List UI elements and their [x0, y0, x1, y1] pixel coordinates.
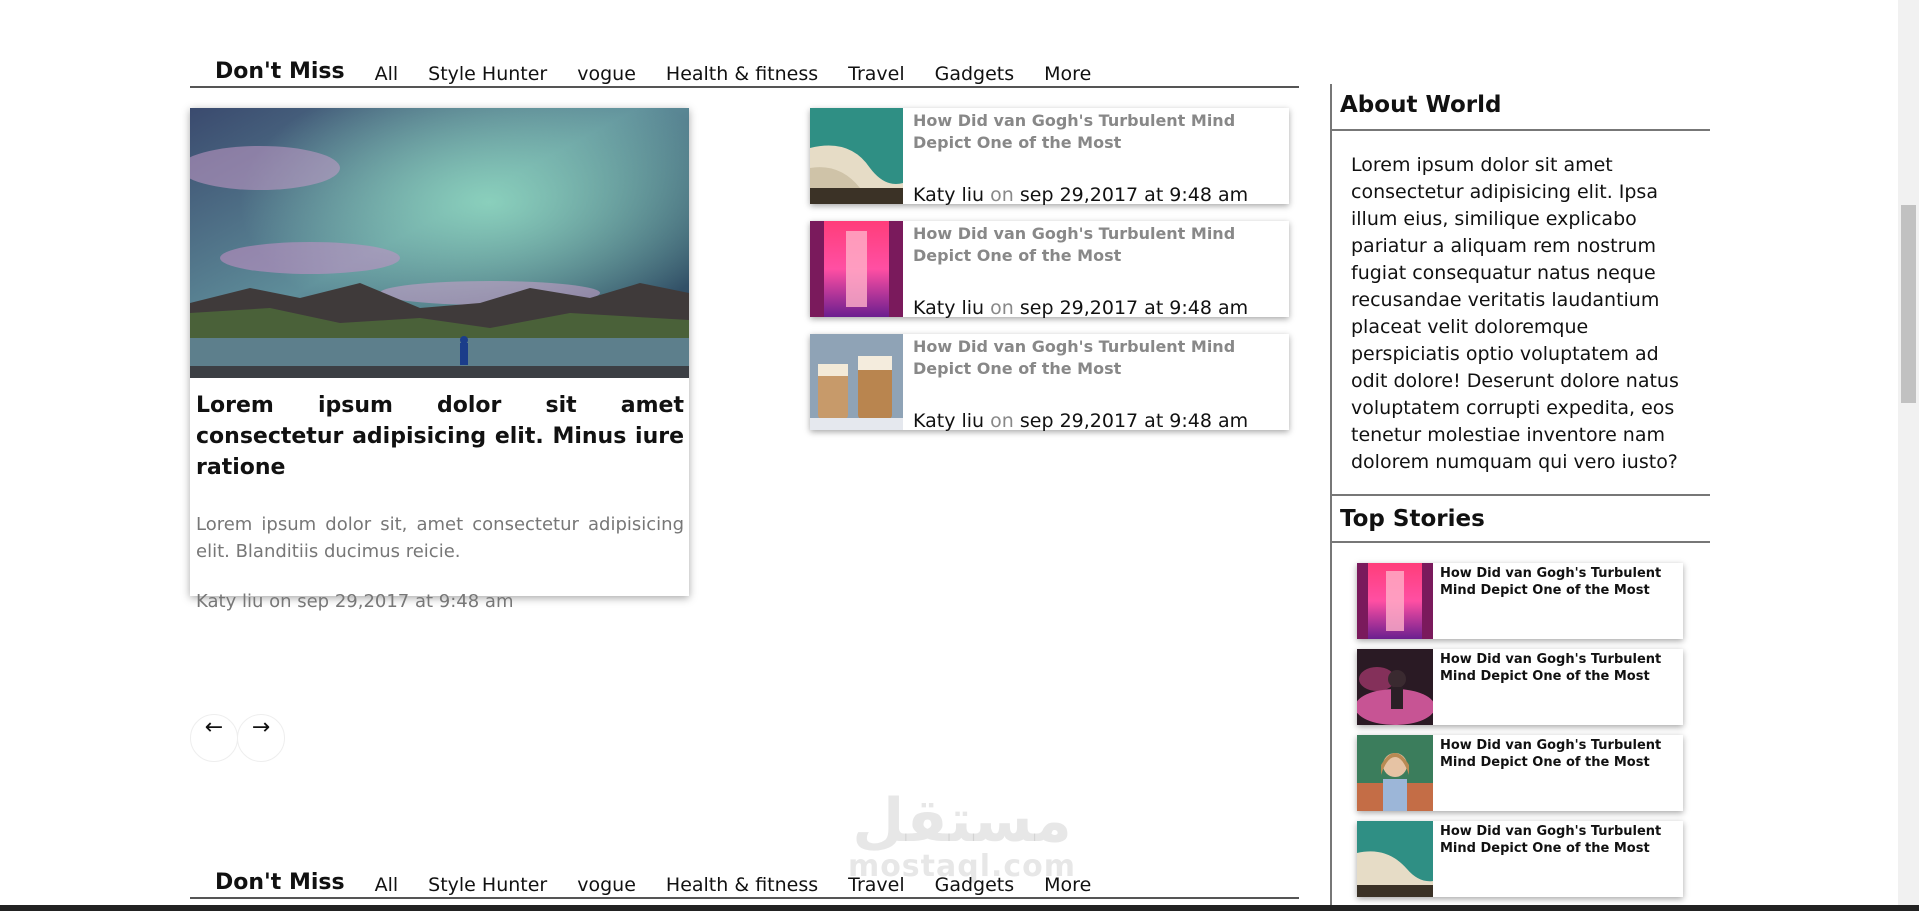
- side-article-title[interactable]: How Did van Gogh's Turbulent Mind Depict…: [913, 336, 1289, 380]
- tab-health-fitness[interactable]: Health & fitness: [666, 63, 818, 86]
- tab-travel[interactable]: Travel: [848, 63, 904, 86]
- top-story-item[interactable]: How Did van Gogh's Turbulent Mind Depict…: [1357, 563, 1683, 639]
- featured-image[interactable]: [190, 108, 689, 378]
- top-story-title[interactable]: How Did van Gogh's Turbulent Mind Depict…: [1440, 737, 1677, 771]
- dessert-jars-thumbnail: [810, 334, 903, 430]
- category-nav-top: Don't Miss All Style Hunter vogue Health…: [190, 50, 1299, 88]
- top-story-title[interactable]: How Did van Gogh's Turbulent Mind Depict…: [1440, 565, 1677, 599]
- bottom-edge: [0, 905, 1919, 911]
- tab-vogue[interactable]: vogue: [577, 874, 636, 897]
- neon-corridor-thumbnail: [810, 221, 903, 317]
- neon-corridor-thumbnail: [1357, 563, 1433, 639]
- next-arrow-button[interactable]: →: [237, 714, 285, 762]
- featured-meta: Katy liu on sep 29,2017 at 9:48 am: [196, 591, 514, 612]
- arrow-right-icon: →: [251, 715, 271, 740]
- tab-style-hunter[interactable]: Style Hunter: [428, 63, 547, 86]
- side-article-meta: Katy liu on sep 29,2017 at 9:48 am: [913, 410, 1249, 432]
- top-story-title[interactable]: How Did van Gogh's Turbulent Mind Depict…: [1440, 823, 1677, 857]
- beach-aerial-thumbnail: [1357, 821, 1433, 897]
- side-article[interactable]: How Did van Gogh's Turbulent Mind Depict…: [810, 108, 1289, 206]
- tab-gadgets[interactable]: Gadgets: [935, 63, 1015, 86]
- tab-travel[interactable]: Travel: [848, 874, 904, 897]
- section-title: Don't Miss: [215, 59, 345, 84]
- tab-more[interactable]: More: [1044, 874, 1091, 897]
- scrollbar-thumb[interactable]: [1901, 205, 1916, 403]
- tab-more[interactable]: More: [1044, 63, 1091, 86]
- featured-article-card[interactable]: Lorem ipsum dolor sit amet consectetur a…: [190, 108, 689, 612]
- tab-health-fitness[interactable]: Health & fitness: [666, 874, 818, 897]
- prev-arrow-button[interactable]: ←: [190, 714, 238, 762]
- about-heading: About World: [1332, 92, 1710, 131]
- side-article-meta: Katy liu on sep 29,2017 at 9:48 am: [913, 184, 1249, 206]
- top-story-item[interactable]: How Did van Gogh's Turbulent Mind Depict…: [1357, 649, 1683, 725]
- about-text: Lorem ipsum dolor sit amet consectetur a…: [1351, 154, 1679, 473]
- side-article-meta: Katy liu on sep 29,2017 at 9:48 am: [913, 297, 1249, 319]
- section-title: Don't Miss: [215, 870, 345, 895]
- featured-title[interactable]: Lorem ipsum dolor sit amet consectetur a…: [196, 390, 684, 483]
- pink-smoke-portrait-thumbnail: [1357, 649, 1433, 725]
- tab-all[interactable]: All: [375, 874, 399, 897]
- page-scrollbar[interactable]: [1898, 0, 1919, 905]
- tab-all[interactable]: All: [375, 63, 399, 86]
- top-story-item[interactable]: How Did van Gogh's Turbulent Mind Depict…: [1357, 821, 1683, 897]
- side-article-title[interactable]: How Did van Gogh's Turbulent Mind Depict…: [913, 110, 1289, 154]
- beach-aerial-thumbnail: [810, 108, 903, 204]
- side-article-title[interactable]: How Did van Gogh's Turbulent Mind Depict…: [913, 223, 1289, 267]
- tab-gadgets[interactable]: Gadgets: [935, 874, 1015, 897]
- tab-style-hunter[interactable]: Style Hunter: [428, 874, 547, 897]
- woman-portrait-thumbnail: [1357, 735, 1433, 811]
- top-story-item[interactable]: How Did van Gogh's Turbulent Mind Depict…: [1357, 735, 1683, 811]
- arrow-left-icon: ←: [204, 715, 224, 740]
- side-article[interactable]: How Did van Gogh's Turbulent Mind Depict…: [810, 334, 1289, 432]
- category-nav-bottom: Don't Miss All Style Hunter vogue Health…: [190, 861, 1299, 899]
- tab-vogue[interactable]: vogue: [577, 63, 636, 86]
- featured-excerpt: Lorem ipsum dolor sit, amet consectetur …: [196, 514, 684, 562]
- top-stories-heading: Top Stories: [1332, 494, 1710, 543]
- side-article[interactable]: How Did van Gogh's Turbulent Mind Depict…: [810, 221, 1289, 319]
- top-story-title[interactable]: How Did van Gogh's Turbulent Mind Depict…: [1440, 651, 1677, 685]
